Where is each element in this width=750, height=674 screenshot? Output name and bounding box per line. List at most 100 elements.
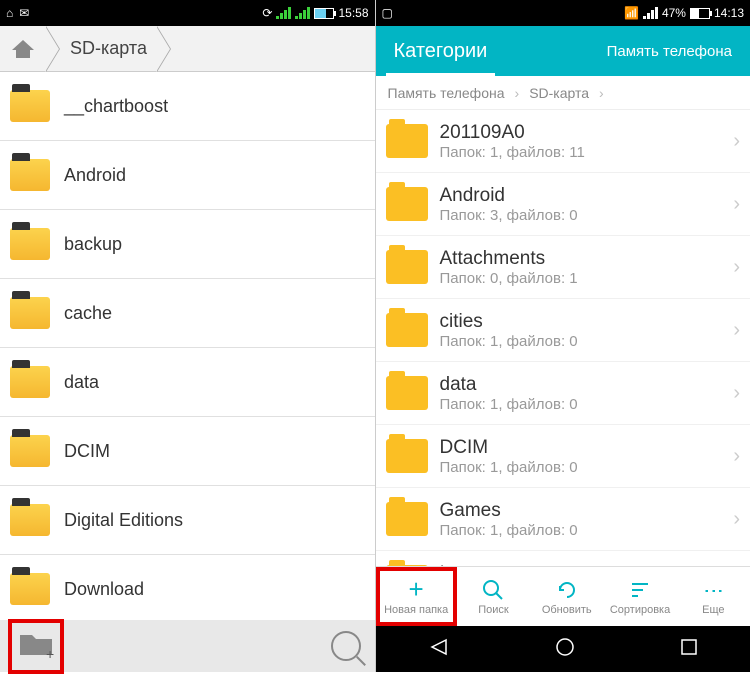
battery-percent: 47% xyxy=(662,6,686,20)
folder-item[interactable]: Digital Editions xyxy=(0,486,375,555)
folder-item[interactable]: 201109A0 Папок: 1, файлов: 11 › xyxy=(376,110,750,173)
wifi-icon: 📶 xyxy=(624,6,639,20)
folder-list[interactable]: 201109A0 Папок: 1, файлов: 11 › Android … xyxy=(376,110,750,566)
refresh-button[interactable]: Обновить xyxy=(530,567,603,626)
folder-item[interactable]: data xyxy=(0,348,375,417)
folder-item[interactable]: Games Папок: 1, файлов: 0 › xyxy=(376,488,750,551)
breadcrumb: Память телефона › SD-карта › xyxy=(376,76,750,110)
plus-icon: + xyxy=(409,578,424,602)
folder-icon xyxy=(386,439,428,473)
chevron-right-icon: › xyxy=(599,85,604,101)
signal-icon-2 xyxy=(295,7,310,19)
search-button[interactable]: Поиск xyxy=(457,567,530,626)
folder-icon xyxy=(386,250,428,284)
sort-icon xyxy=(629,578,651,602)
chevron-right-icon: › xyxy=(733,130,740,153)
folder-item[interactable]: Images Папок: 5, файлов: 0 › xyxy=(376,551,750,566)
tab-categories[interactable]: Категории xyxy=(376,26,506,76)
folder-subtitle: Папок: 0, файлов: 1 xyxy=(440,270,734,287)
folder-item[interactable]: Android Папок: 3, файлов: 0 › xyxy=(376,173,750,236)
chevron-right-icon: › xyxy=(733,193,740,216)
folder-icon xyxy=(10,504,50,536)
bottom-toolbar: + Новая папка Поиск Обновить Сортировка xyxy=(376,566,750,626)
recent-button[interactable] xyxy=(680,638,698,661)
sort-button[interactable]: Сортировка xyxy=(603,567,676,626)
folder-subtitle: Папок: 1, файлов: 0 xyxy=(440,396,734,413)
folder-plus-icon: + xyxy=(18,629,54,659)
search-icon xyxy=(331,631,361,661)
sync-icon: ⟳ xyxy=(262,6,272,20)
chevron-right-icon: › xyxy=(733,382,740,405)
folder-icon xyxy=(386,502,428,536)
search-button[interactable] xyxy=(325,625,367,667)
folder-name: cache xyxy=(64,303,112,324)
folder-item[interactable]: Android xyxy=(0,141,375,210)
signal-icon xyxy=(276,7,291,19)
breadcrumb-seg-2[interactable]: SD-карта xyxy=(529,85,589,101)
right-phone: ▢ 📶 47% 14:13 Категории Память телефона … xyxy=(376,0,750,672)
folder-name: __chartboost xyxy=(64,96,168,117)
folder-icon xyxy=(386,376,428,410)
battery-icon xyxy=(314,8,334,19)
tab-phone-memory[interactable]: Память телефона xyxy=(589,26,750,76)
status-time: 14:13 xyxy=(714,6,744,20)
message-icon: ✉ xyxy=(19,6,29,20)
search-icon xyxy=(482,578,504,602)
folder-item[interactable]: cities Папок: 1, файлов: 0 › xyxy=(376,299,750,362)
folder-icon xyxy=(10,159,50,191)
folder-name: cities xyxy=(440,311,734,333)
breadcrumb-home[interactable] xyxy=(0,26,46,71)
refresh-icon xyxy=(556,578,578,602)
chevron-right-icon: › xyxy=(733,445,740,468)
home-icon: ⌂ xyxy=(6,6,13,20)
folder-icon xyxy=(10,297,50,329)
new-folder-button[interactable]: + xyxy=(14,625,58,668)
picture-icon: ▢ xyxy=(382,6,393,20)
folder-item[interactable]: backup xyxy=(0,210,375,279)
more-button[interactable]: ⋮ Еще xyxy=(677,567,750,626)
folder-item[interactable]: cache xyxy=(0,279,375,348)
navigation-bar xyxy=(376,626,750,672)
tab-bar: Категории Память телефона xyxy=(376,26,750,76)
folder-icon xyxy=(386,124,428,158)
folder-icon xyxy=(386,313,428,347)
folder-icon xyxy=(10,573,50,605)
back-button[interactable] xyxy=(428,636,450,663)
folder-item[interactable]: DCIM xyxy=(0,417,375,486)
svg-text:+: + xyxy=(46,646,54,659)
breadcrumb: SD-карта xyxy=(0,26,375,72)
folder-icon xyxy=(386,565,428,566)
home-button[interactable] xyxy=(555,637,575,662)
folder-icon xyxy=(10,366,50,398)
folder-item[interactable]: __chartboost xyxy=(0,72,375,141)
folder-icon xyxy=(10,228,50,260)
folder-name: DCIM xyxy=(440,437,734,459)
battery-icon xyxy=(690,8,710,19)
folder-item[interactable]: Attachments Папок: 0, файлов: 1 › xyxy=(376,236,750,299)
folder-item[interactable]: data Папок: 1, файлов: 0 › xyxy=(376,362,750,425)
folder-name: Download xyxy=(64,579,144,600)
folder-list[interactable]: __chartboost Android backup cache data D… xyxy=(0,72,375,620)
folder-name: data xyxy=(440,374,734,396)
folder-name: Digital Editions xyxy=(64,510,183,531)
status-bar: ▢ 📶 47% 14:13 xyxy=(376,0,750,26)
chevron-right-icon: › xyxy=(515,85,520,101)
chevron-right-icon: › xyxy=(733,319,740,342)
breadcrumb-current[interactable]: SD-карта xyxy=(60,26,157,71)
folder-item[interactable]: DCIM Папок: 1, файлов: 0 › xyxy=(376,425,750,488)
folder-name: data xyxy=(64,372,99,393)
folder-subtitle: Папок: 1, файлов: 0 xyxy=(440,459,734,476)
chevron-right-icon: › xyxy=(733,508,740,531)
folder-subtitle: Папок: 1, файлов: 0 xyxy=(440,333,734,350)
folder-icon xyxy=(386,187,428,221)
chevron-right-icon: › xyxy=(733,256,740,279)
folder-item[interactable]: Download xyxy=(0,555,375,620)
status-time: 15:58 xyxy=(338,6,368,20)
folder-subtitle: Папок: 3, файлов: 0 xyxy=(440,207,734,224)
new-folder-button[interactable]: + Новая папка xyxy=(376,567,457,626)
folder-subtitle: Папок: 1, файлов: 0 xyxy=(440,522,734,539)
bottom-toolbar: + xyxy=(0,620,375,672)
new-folder-highlight: + xyxy=(8,619,64,674)
folder-icon xyxy=(10,90,50,122)
breadcrumb-seg-1[interactable]: Память телефона xyxy=(388,85,505,101)
